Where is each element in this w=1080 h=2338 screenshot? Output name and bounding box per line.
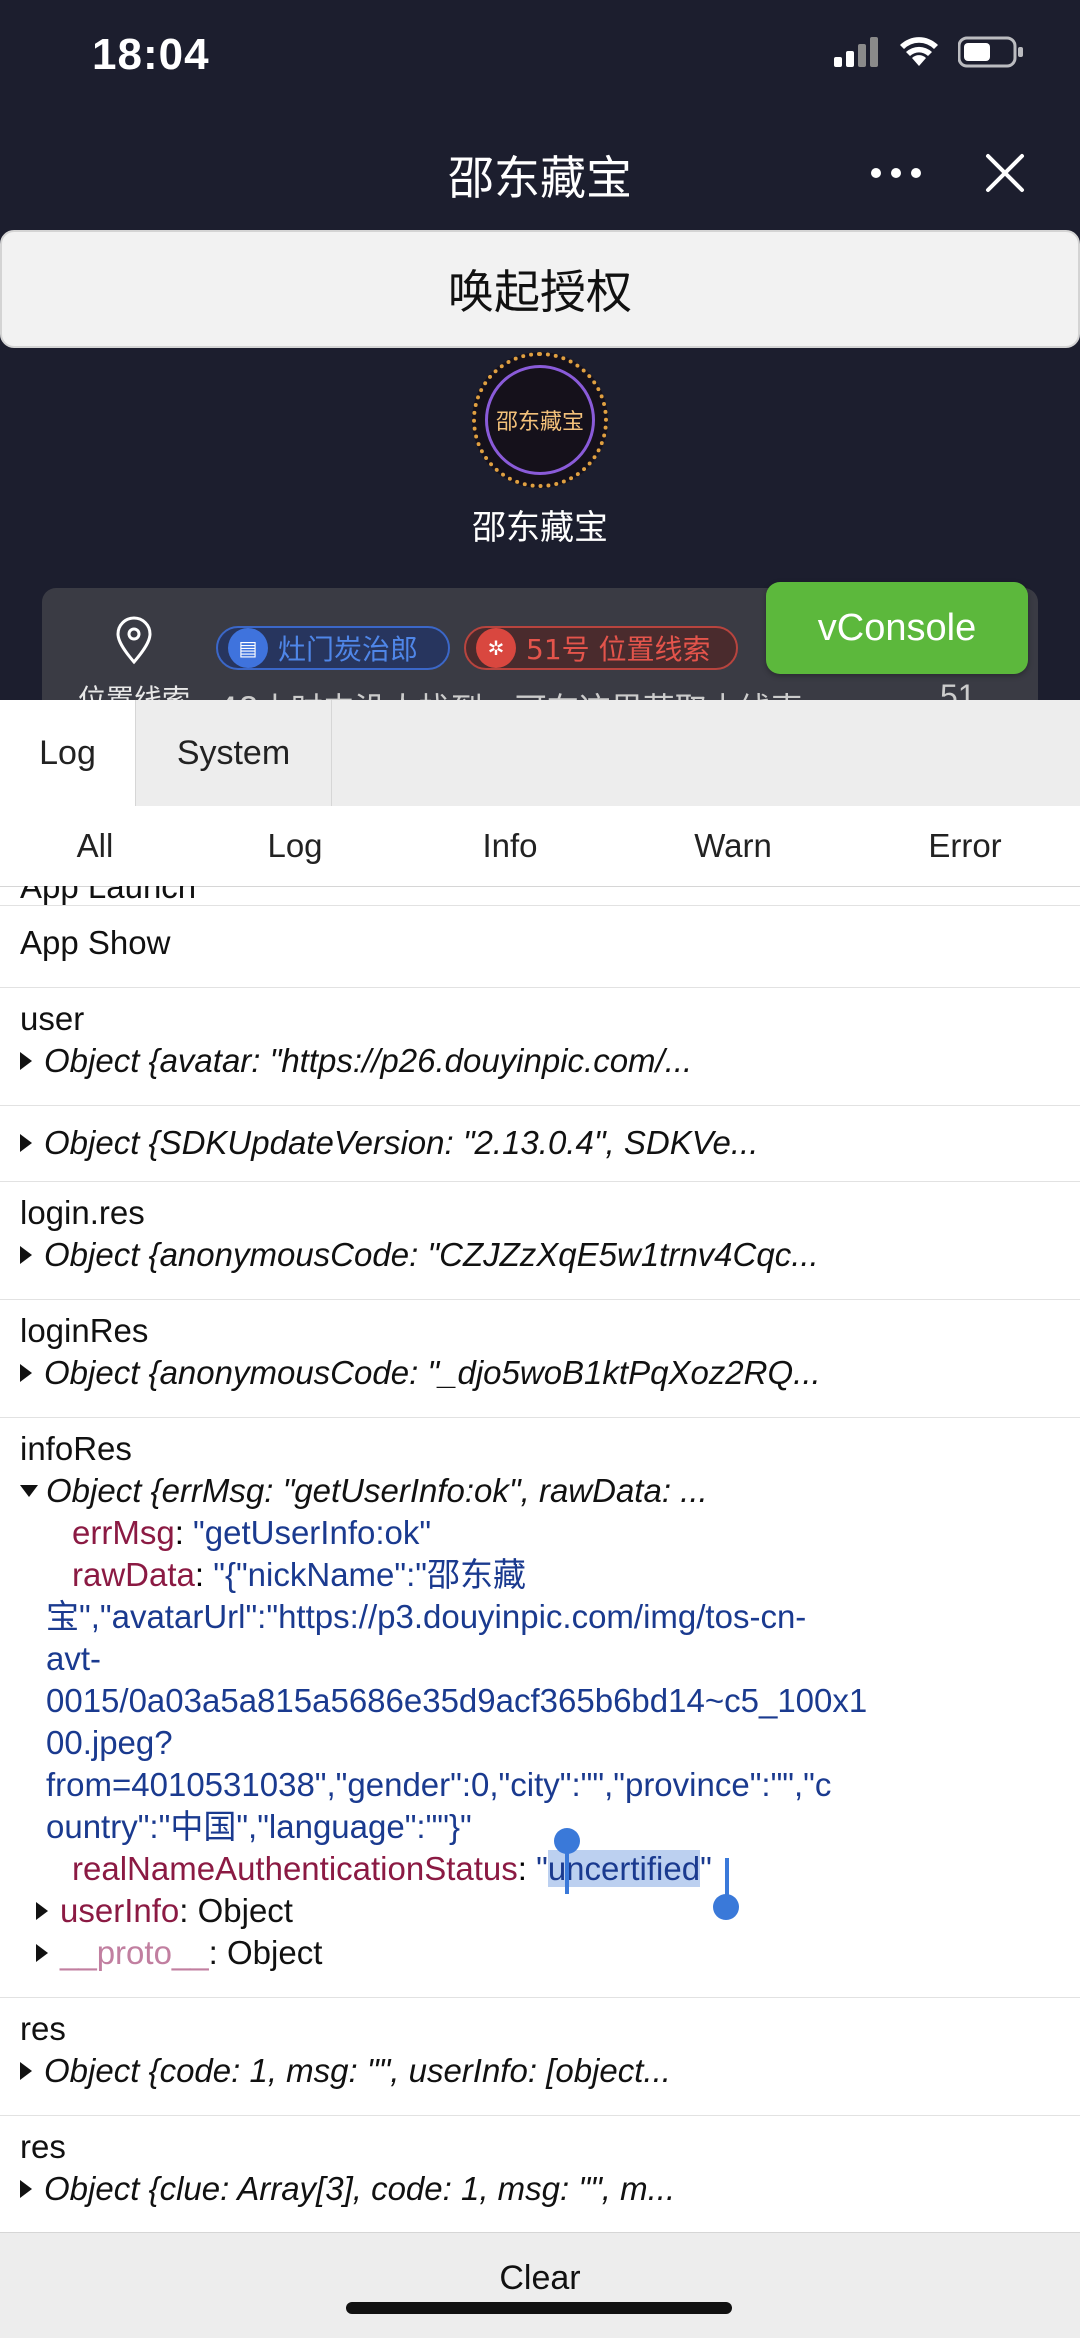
log-label: user <box>20 1000 85 1037</box>
card-count: 51 <box>940 678 976 700</box>
filter-warn[interactable]: Warn <box>678 806 788 886</box>
vconsole-tabs: Log System <box>0 700 1080 807</box>
tab-system[interactable]: System <box>136 700 332 806</box>
selected-text[interactable]: uncertified <box>547 1850 701 1887</box>
log-text: App Launch <box>20 886 197 905</box>
log-text: App Show <box>20 924 171 961</box>
filter-error[interactable]: Error <box>910 806 1020 886</box>
rawdata-line: avt- <box>46 1640 102 1677</box>
log-label: res <box>20 2010 66 2047</box>
rawdata-line: from=4010531038","gender":0,"city":"","p… <box>46 1766 832 1803</box>
clear-bar: Clear <box>0 2232 1080 2338</box>
brand-logo: 邵东藏宝 <box>472 352 608 488</box>
tag-location-clue[interactable]: ✲ 51号 位置线索 <box>464 626 738 670</box>
rawdata-line: 宝","avatarUrl":"https://p3.douyinpic.com… <box>46 1598 807 1635</box>
filter-info[interactable]: Info <box>455 806 565 886</box>
battery-icon <box>958 36 1023 68</box>
log-label: loginRes <box>20 1312 149 1349</box>
log-item: user Object {avatar: "https://p26.douyin… <box>0 988 1080 1106</box>
expand-arrow-icon[interactable] <box>20 1246 32 1264</box>
prop-rawdata: rawData: "{"nickName":"邵东藏 <box>72 1556 526 1593</box>
tag-location-clue-label: 51号 位置线索 <box>526 633 711 666</box>
log-item: res Object {clue: Array[3], code: 1, msg… <box>0 2116 1080 2232</box>
prop-realname-status: realNameAuthenticationStatus: "uncertifi… <box>72 1850 712 1887</box>
logo-emblem: 邵东藏宝 <box>485 365 595 475</box>
log-object[interactable]: Object {anonymousCode: "CZJZzXqE5w1trnv4… <box>20 1234 1060 1276</box>
log-item: loginRes Object {anonymousCode: "_djo5wo… <box>0 1300 1080 1418</box>
filter-all[interactable]: All <box>40 806 150 886</box>
log-object[interactable]: Object {SDKUpdateVersion: "2.13.0.4", SD… <box>20 1122 1060 1164</box>
log-item: res Object {code: 1, msg: "", userInfo: … <box>0 1998 1080 2116</box>
prop-userinfo[interactable]: userInfo: Object <box>20 1890 1060 1932</box>
location-label: 位置线索 <box>78 683 191 700</box>
log-object[interactable]: Object {avatar: "https://p26.douyinpic.c… <box>20 1040 1060 1082</box>
log-list: App Launch App Show user Object {avatar:… <box>0 886 1080 2232</box>
tag-character[interactable]: ▤ 灶门炭治郎 <box>216 626 450 670</box>
vconsole-panel: Log System All Log Info Warn Error App L… <box>0 700 1080 2337</box>
status-icons <box>834 36 1024 68</box>
rawdata-line: ountry":"中国","language":""}" <box>46 1808 472 1845</box>
log-label: login.res <box>20 1194 145 1231</box>
log-item: App Launch <box>0 886 1080 906</box>
log-item-expanded: infoRes Object {errMsg: "getUserInfo:ok"… <box>0 1418 1080 1998</box>
status-time: 18:04 <box>92 30 210 79</box>
log-object[interactable]: Object {anonymousCode: "_djo5woB1ktPqXoz… <box>20 1352 1060 1394</box>
prop-proto[interactable]: __proto__: Object <box>20 1932 1060 1974</box>
expand-arrow-icon[interactable] <box>20 1052 32 1070</box>
log-object[interactable]: Object {code: 1, msg: "", userInfo: [obj… <box>20 2050 1060 2092</box>
calendar-icon: ▤ <box>228 628 268 668</box>
card-description: 48小时内没人找到，可在这里获取本线索 <box>218 684 803 700</box>
brand-name: 邵东藏宝 <box>472 508 608 548</box>
filter-log[interactable]: Log <box>240 806 350 886</box>
location-pin-icon <box>116 616 152 665</box>
log-label: infoRes <box>20 1430 132 1467</box>
home-indicator[interactable] <box>346 2302 732 2314</box>
selection-end-handle[interactable] <box>713 1894 739 1920</box>
close-icon[interactable] <box>980 148 1030 198</box>
log-item: Object {SDKUpdateVersion: "2.13.0.4", SD… <box>0 1106 1080 1182</box>
log-object[interactable]: Object {clue: Array[3], code: 1, msg: ""… <box>20 2168 1060 2210</box>
expand-arrow-icon[interactable] <box>36 1944 48 1962</box>
log-item: App Show <box>0 906 1080 988</box>
more-icon[interactable] <box>866 148 926 198</box>
expand-arrow-icon[interactable] <box>20 2180 32 2198</box>
rawdata-line: 00.jpeg? <box>46 1724 173 1761</box>
log-label: res <box>20 2128 66 2165</box>
vconsole-button[interactable]: vConsole <box>766 582 1028 674</box>
expand-arrow-icon[interactable] <box>36 1902 48 1920</box>
logo-text: 邵东藏宝 <box>495 410 584 435</box>
expand-arrow-icon[interactable] <box>20 2062 32 2080</box>
rawdata-line: 0015/0a03a5a815a5686e35d9acf365b6bd14~c5… <box>46 1682 868 1719</box>
log-filter-bar: All Log Info Warn Error <box>0 806 1080 887</box>
expand-arrow-icon[interactable] <box>20 1364 32 1382</box>
log-object[interactable]: Object {errMsg: "getUserInfo:ok", rawDat… <box>20 1470 1060 1512</box>
app-header-area: 18:04 邵东藏宝 唤起授权 邵东藏宝 邵东藏宝 位置线索 ▤ 灶门炭治郎 ✲… <box>0 0 1080 700</box>
tab-log[interactable]: Log <box>0 700 136 806</box>
expand-arrow-icon[interactable] <box>20 1134 32 1152</box>
selection-start-caret <box>565 1850 569 1894</box>
wifi-icon <box>900 37 938 66</box>
log-item: login.res Object {anonymousCode: "CZJZzX… <box>0 1182 1080 1300</box>
signal-icon <box>834 37 878 67</box>
sparkle-icon: ✲ <box>476 628 516 668</box>
authorize-button[interactable]: 唤起授权 <box>0 230 1080 348</box>
clear-button[interactable]: Clear <box>0 2259 1080 2298</box>
collapse-arrow-icon[interactable] <box>20 1485 38 1497</box>
tag-character-label: 灶门炭治郎 <box>278 633 419 666</box>
prop-errmsg: errMsg: "getUserInfo:ok" <box>72 1514 432 1551</box>
